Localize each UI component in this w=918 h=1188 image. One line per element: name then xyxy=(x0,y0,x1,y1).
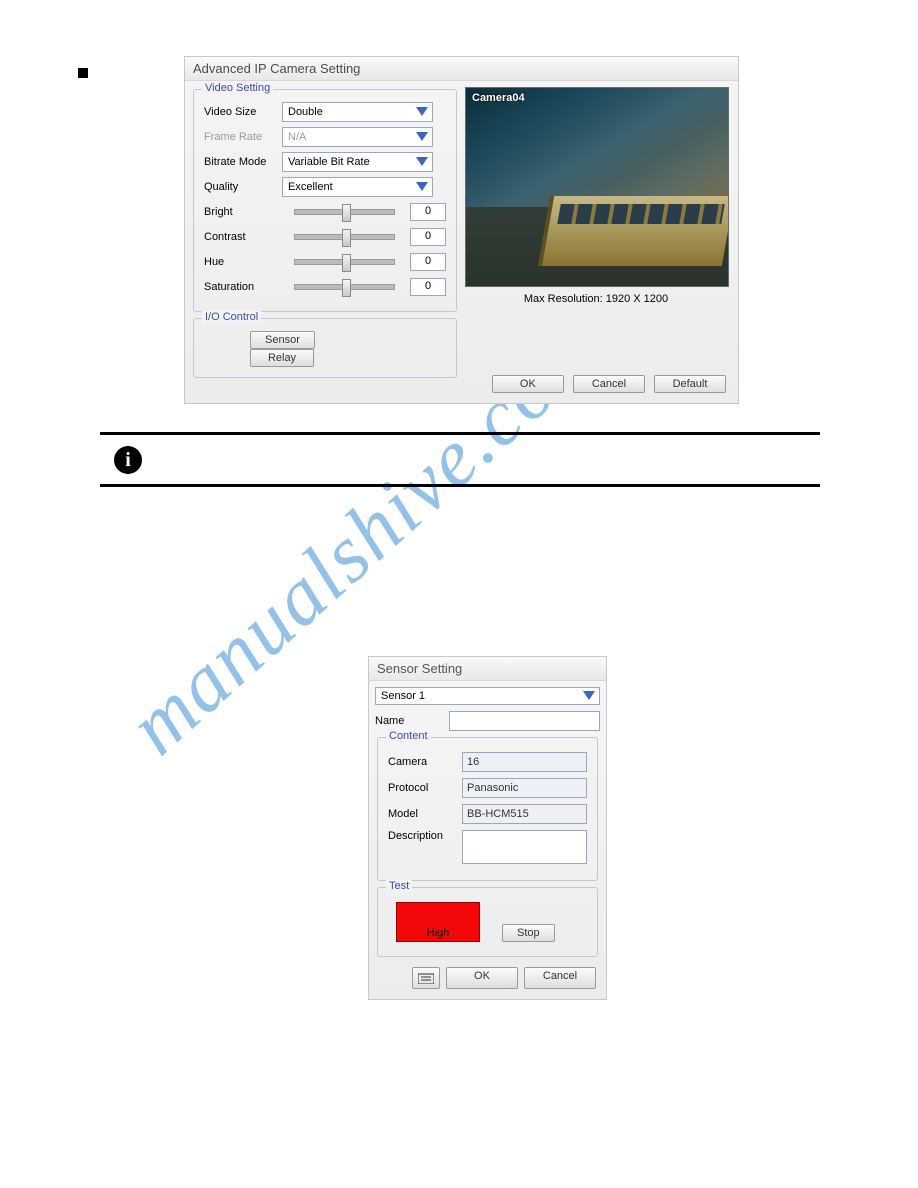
max-resolution-text: Max Resolution: 1920 X 1200 xyxy=(465,287,727,305)
camera-value: 16 xyxy=(462,752,587,772)
bitrate-mode-value: Variable Bit Rate xyxy=(288,156,370,168)
saturation-label: Saturation xyxy=(204,281,282,293)
chevron-down-icon xyxy=(415,130,429,144)
dialog-title: Sensor Setting xyxy=(369,657,606,681)
description-label: Description xyxy=(388,830,462,842)
test-legend: Test xyxy=(386,880,412,892)
video-setting-group: Video Setting Video Size Double Frame Ra… xyxy=(193,89,457,312)
io-control-group: I/O Control Sensor Relay xyxy=(193,318,457,378)
test-status-indicator: High xyxy=(396,902,480,942)
hue-label: Hue xyxy=(204,256,282,268)
default-button[interactable]: Default xyxy=(654,375,726,393)
sensor-button[interactable]: Sensor xyxy=(250,331,315,349)
content-legend: Content xyxy=(386,730,431,742)
dialog-title: Advanced IP Camera Setting xyxy=(185,57,738,81)
chevron-down-icon xyxy=(415,105,429,119)
camera-label: Camera xyxy=(388,756,462,768)
quality-label: Quality xyxy=(204,181,282,193)
camera-preview-image: Camera04 xyxy=(465,87,729,287)
camera-label: Camera04 xyxy=(472,92,525,104)
bitrate-mode-label: Bitrate Mode xyxy=(204,156,282,168)
keyboard-icon xyxy=(418,972,434,984)
bullet-square xyxy=(78,68,88,78)
protocol-value: Panasonic xyxy=(462,778,587,798)
sensor-select-combo[interactable]: Sensor 1 xyxy=(375,687,600,705)
cancel-button[interactable]: Cancel xyxy=(573,375,645,393)
protocol-label: Protocol xyxy=(388,782,462,794)
model-value: BB-HCM515 xyxy=(462,804,587,824)
saturation-value[interactable]: 0 xyxy=(410,278,446,296)
chevron-down-icon xyxy=(415,155,429,169)
video-setting-legend: Video Setting xyxy=(202,82,273,94)
bitrate-mode-combo[interactable]: Variable Bit Rate xyxy=(282,152,433,172)
contrast-label: Contrast xyxy=(204,231,282,243)
bright-label: Bright xyxy=(204,206,282,218)
divider xyxy=(100,484,820,487)
advanced-ip-camera-dialog: Advanced IP Camera Setting Video Setting… xyxy=(184,56,739,404)
keyboard-icon-button[interactable] xyxy=(412,967,440,989)
chevron-down-icon xyxy=(415,180,429,194)
video-size-label: Video Size xyxy=(204,106,282,118)
saturation-slider[interactable] xyxy=(294,284,396,290)
chevron-down-icon xyxy=(582,689,596,703)
frame-rate-value: N/A xyxy=(288,131,306,143)
video-size-value: Double xyxy=(288,106,323,118)
video-size-combo[interactable]: Double xyxy=(282,102,433,122)
divider xyxy=(100,432,820,435)
test-group: Test High Stop xyxy=(377,887,598,957)
description-field[interactable] xyxy=(462,830,587,864)
stop-button[interactable]: Stop xyxy=(502,924,555,942)
quality-value: Excellent xyxy=(288,181,333,193)
ok-button[interactable]: OK xyxy=(446,967,518,989)
contrast-value[interactable]: 0 xyxy=(410,228,446,246)
model-label: Model xyxy=(388,808,462,820)
frame-rate-combo[interactable]: N/A xyxy=(282,127,433,147)
frame-rate-label: Frame Rate xyxy=(204,131,282,143)
camera-preview-panel: Camera04 Max Resolution: 1920 X 1200 xyxy=(465,87,727,305)
relay-button[interactable]: Relay xyxy=(250,349,314,367)
ok-button[interactable]: OK xyxy=(492,375,564,393)
sensor-setting-dialog: Sensor Setting Sensor 1 Name Content Cam… xyxy=(368,656,607,1000)
hue-value[interactable]: 0 xyxy=(410,253,446,271)
cancel-button[interactable]: Cancel xyxy=(524,967,596,989)
bright-slider[interactable] xyxy=(294,209,396,215)
content-group: Content Camera 16 Protocol Panasonic Mod… xyxy=(377,737,598,881)
sensor-select-value: Sensor 1 xyxy=(381,690,425,702)
io-control-legend: I/O Control xyxy=(202,311,261,323)
name-field[interactable] xyxy=(449,711,600,731)
contrast-slider[interactable] xyxy=(294,234,396,240)
info-icon: i xyxy=(114,446,142,474)
hue-slider[interactable] xyxy=(294,259,396,265)
bright-value[interactable]: 0 xyxy=(410,203,446,221)
name-label: Name xyxy=(375,715,449,727)
quality-combo[interactable]: Excellent xyxy=(282,177,433,197)
